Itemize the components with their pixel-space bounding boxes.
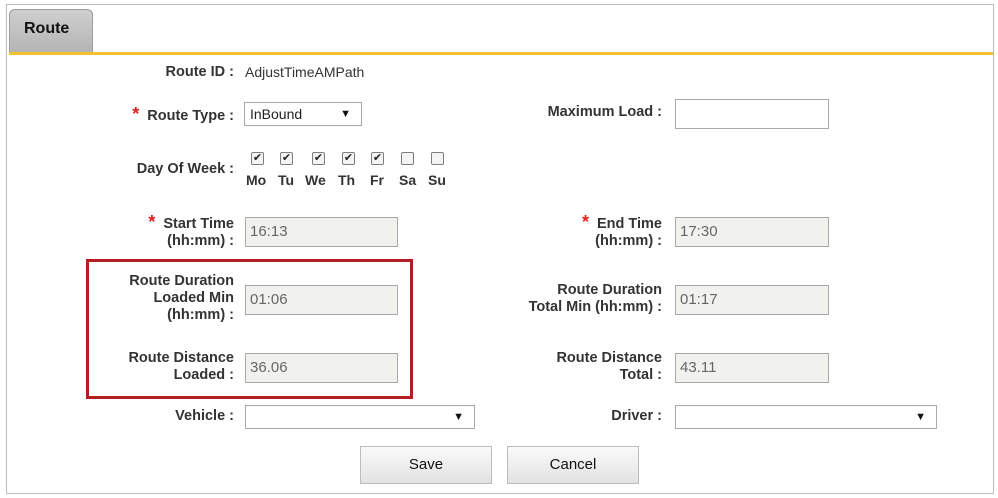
chevron-down-icon: ▼ [453,411,464,423]
end-time-input[interactable]: 17:30 [675,217,829,247]
day-label-su: Su [428,172,446,188]
required-mark: * [581,212,589,232]
day-label-fr: Fr [370,172,384,188]
day-of-week-label: Day Of Week : [136,161,234,177]
day-label-tu: Tu [278,172,295,188]
day-checkbox-mo[interactable]: ✔ [251,152,264,165]
highlight-box [86,259,413,399]
route-id-value: AdjustTimeAMPath [245,64,365,80]
day-checkbox-su[interactable] [431,152,444,165]
chevron-down-icon: ▼ [915,411,926,423]
end-time-label: * End Time (hh:mm) : [581,212,662,249]
route-type-label: * Route Type : [132,104,234,124]
maximum-load-input[interactable] [675,99,829,129]
day-label-th: Th [338,172,356,188]
required-mark: * [132,104,140,124]
vehicle-label: Vehicle : [175,408,234,424]
chevron-down-icon: ▼ [340,108,351,120]
route-id-label: Route ID : [165,64,234,80]
driver-label: Driver : [611,408,662,424]
day-checkbox-fr[interactable]: ✔ [371,152,384,165]
required-mark: * [148,212,156,232]
start-time-label: * Start Time (hh:mm) : [148,212,234,249]
cancel-button[interactable]: Cancel [507,446,639,484]
start-time-input[interactable]: 16:13 [245,217,398,247]
day-checkbox-we[interactable]: ✔ [312,152,325,165]
day-checkbox-tu[interactable]: ✔ [280,152,293,165]
vehicle-select[interactable]: ▼ [245,405,475,429]
route-distance-total-label: Route Distance Total : [556,350,662,383]
route-duration-total-label: Route Duration Total Min (hh:mm) : [528,282,662,315]
day-label-mo: Mo [246,172,267,188]
tab-route[interactable]: Route [9,9,93,53]
day-checkbox-th[interactable]: ✔ [342,152,355,165]
day-checkbox-sa[interactable] [401,152,414,165]
save-button[interactable]: Save [360,446,492,484]
route-distance-total-input[interactable]: 43.11 [675,353,829,383]
maximum-load-label: Maximum Load : [547,104,662,120]
route-duration-total-input[interactable]: 01:17 [675,285,829,315]
driver-select[interactable]: ▼ [675,405,937,429]
day-label-we: We [305,172,326,188]
tab-underline [9,52,993,55]
day-label-sa: Sa [399,172,417,188]
route-type-select[interactable]: InBound ▼ [244,102,362,126]
